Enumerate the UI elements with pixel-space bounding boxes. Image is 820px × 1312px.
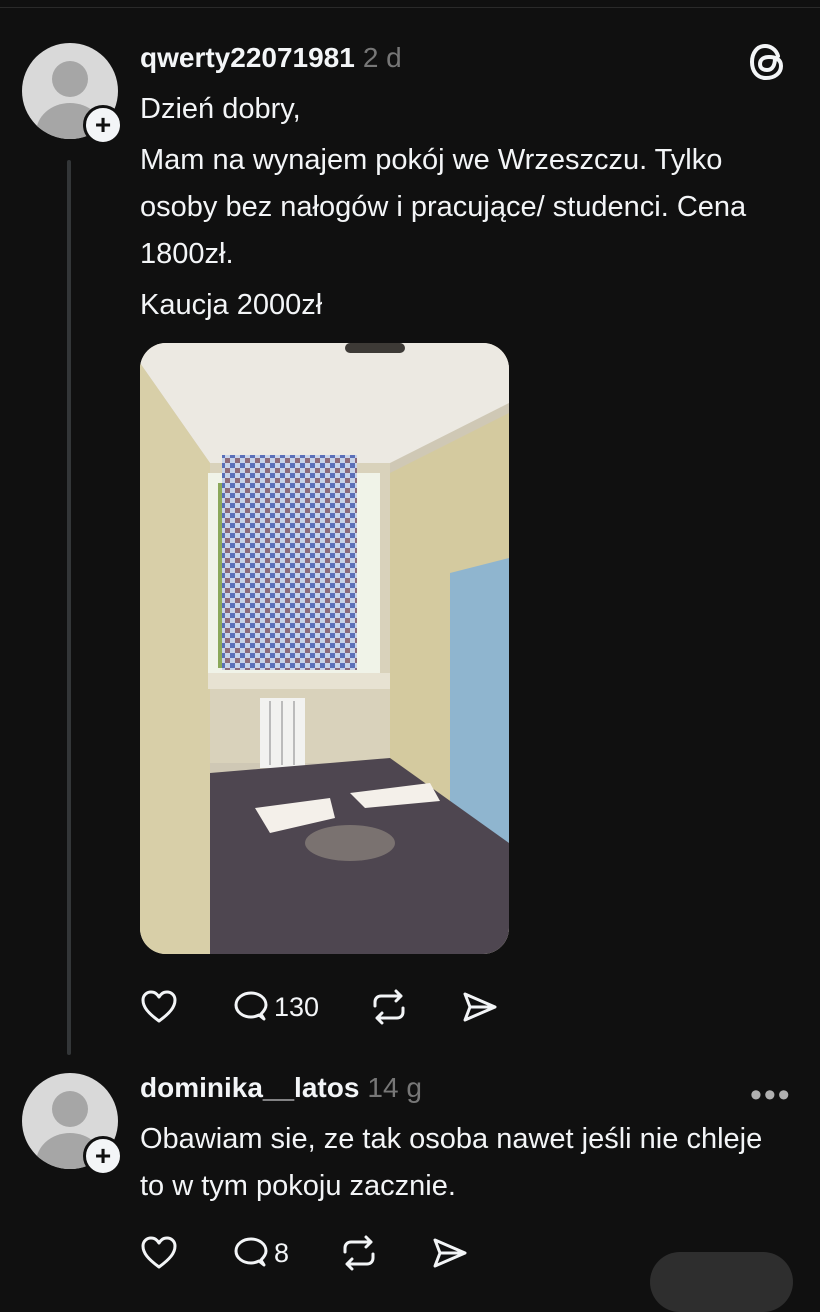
post-body: Dzień dobry, Mam na wynajem pokój we Wrz…: [140, 86, 760, 329]
comment-count: 8: [274, 1237, 290, 1268]
post-paragraph: Mam na wynajem pokój we Wrzeszczu. Tylko…: [140, 144, 747, 270]
comment-icon: [234, 1237, 268, 1267]
share-button[interactable]: [431, 1235, 469, 1271]
threads-logo-icon[interactable]: [748, 40, 788, 89]
post-image[interactable]: [140, 343, 509, 954]
comment-icon: [234, 991, 268, 1021]
reply-time: 14 g: [367, 1072, 422, 1103]
follow-plus-icon[interactable]: +: [83, 1136, 123, 1176]
post-author-name[interactable]: qwerty22071981 2 d: [140, 42, 402, 74]
heart-icon: [141, 1236, 177, 1269]
reply-actions: 8: [140, 1234, 469, 1272]
reply-username[interactable]: dominika__latos: [140, 1072, 359, 1103]
follow-plus-icon[interactable]: +: [83, 105, 123, 145]
post-actions: 130: [140, 988, 499, 1026]
more-icon[interactable]: •••: [750, 1076, 792, 1115]
repost-icon: [343, 1235, 375, 1271]
repost-button[interactable]: [339, 1234, 379, 1272]
reply-author-name[interactable]: dominika__latos 14 g: [140, 1072, 422, 1104]
post-time: 2 d: [362, 42, 402, 73]
like-button[interactable]: [140, 1235, 178, 1271]
post-paragraph: Kaucja 2000zł: [140, 289, 323, 321]
share-button[interactable]: [461, 989, 499, 1025]
heart-icon: [141, 990, 177, 1023]
post-username[interactable]: qwerty22071981: [140, 42, 355, 73]
share-icon: [463, 992, 497, 1022]
post-paragraph: Dzień dobry,: [140, 93, 301, 125]
repost-icon: [373, 989, 405, 1025]
reply-body: Obawiam sie, ze tak osoba nawet jeśli ni…: [140, 1123, 763, 1202]
like-button[interactable]: [140, 989, 178, 1025]
comment-count: 130: [274, 991, 320, 1022]
share-icon: [433, 1238, 467, 1268]
thread-line: [67, 160, 71, 1055]
repost-button[interactable]: [369, 988, 409, 1026]
comment-button[interactable]: 130: [232, 989, 319, 1025]
top-divider: [0, 0, 820, 8]
floating-action-pill[interactable]: [650, 1252, 793, 1312]
comment-button[interactable]: 8: [232, 1235, 289, 1271]
